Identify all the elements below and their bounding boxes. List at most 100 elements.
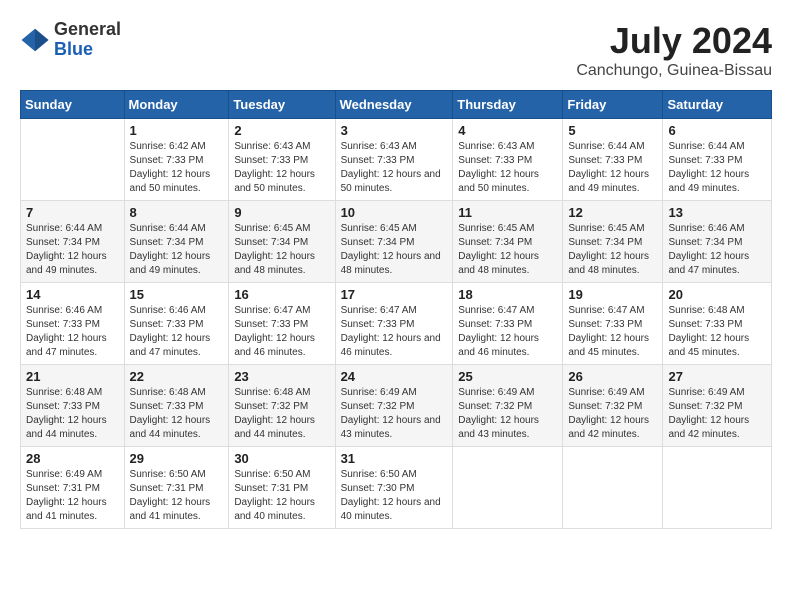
cell-info: Sunrise: 6:50 AM Sunset: 7:31 PM Dayligh…	[234, 468, 329, 524]
col-tuesday: Tuesday	[229, 91, 335, 119]
cell-info: Sunrise: 6:49 AM Sunset: 7:32 PM Dayligh…	[668, 386, 766, 442]
cell-info: Sunrise: 6:47 AM Sunset: 7:33 PM Dayligh…	[568, 304, 657, 360]
calendar-cell: 19 Sunrise: 6:47 AM Sunset: 7:33 PM Dayli…	[563, 283, 663, 365]
cell-info: Sunrise: 6:48 AM Sunset: 7:33 PM Dayligh…	[130, 386, 224, 442]
calendar-cell: 8Sunrise: 6:44 AM Sunset: 7:34 PM Daylig…	[124, 201, 229, 283]
day-number: 22	[130, 369, 224, 384]
calendar-cell	[21, 119, 125, 201]
column-headers: Sunday Monday Tuesday Wednesday Thursday…	[21, 91, 772, 119]
cell-info: Sunrise: 6:45 AM Sunset: 7:34 PM Dayligh…	[568, 222, 657, 278]
calendar-cell: 7Sunrise: 6:44 AM Sunset: 7:34 PM Daylig…	[21, 201, 125, 283]
calendar-cell: 18Sunrise: 6:47 AM Sunset: 7:33 PM Dayli…	[453, 283, 563, 365]
calendar-cell: 17 Sunrise: 6:47 AM Sunset: 7:33 PM Dayli…	[335, 283, 453, 365]
col-wednesday: Wednesday	[335, 91, 453, 119]
calendar-cell: 23 Sunrise: 6:48 AM Sunset: 7:32 PM Dayli…	[229, 365, 335, 447]
col-sunday: Sunday	[21, 91, 125, 119]
calendar-cell: 30 Sunrise: 6:50 AM Sunset: 7:31 PM Dayli…	[229, 447, 335, 529]
cell-info: Sunrise: 6:48 AM Sunset: 7:33 PM Dayligh…	[668, 304, 766, 360]
calendar-cell: 1Sunrise: 6:42 AM Sunset: 7:33 PM Daylig…	[124, 119, 229, 201]
calendar-cell: 27 Sunrise: 6:49 AM Sunset: 7:32 PM Dayli…	[663, 365, 772, 447]
day-number: 9	[234, 205, 329, 220]
cell-info: Sunrise: 6:49 AM Sunset: 7:32 PM Dayligh…	[458, 386, 557, 442]
day-number: 27	[668, 369, 766, 384]
day-number: 8	[130, 205, 224, 220]
day-number: 20	[668, 287, 766, 302]
location: Canchungo, Guinea-Bissau	[576, 62, 772, 80]
day-number: 5	[568, 123, 657, 138]
day-number: 30	[234, 451, 329, 466]
day-number: 19	[568, 287, 657, 302]
col-thursday: Thursday	[453, 91, 563, 119]
calendar-cell: 21 Sunrise: 6:48 AM Sunset: 7:33 PM Dayli…	[21, 365, 125, 447]
cell-info: Sunrise: 6:43 AM Sunset: 7:33 PM Dayligh…	[234, 140, 329, 196]
calendar-row: 7Sunrise: 6:44 AM Sunset: 7:34 PM Daylig…	[21, 201, 772, 283]
day-number: 24	[341, 369, 448, 384]
cell-info: Sunrise: 6:50 AM Sunset: 7:30 PM Dayligh…	[341, 468, 448, 524]
day-number: 7	[26, 205, 119, 220]
calendar-row: 1Sunrise: 6:42 AM Sunset: 7:33 PM Daylig…	[21, 119, 772, 201]
calendar-cell: 24Sunrise: 6:49 AM Sunset: 7:32 PM Dayli…	[335, 365, 453, 447]
logo: General Blue	[20, 20, 121, 60]
calendar-cell: 31Sunrise: 6:50 AM Sunset: 7:30 PM Dayli…	[335, 447, 453, 529]
day-number: 3	[341, 123, 448, 138]
calendar-row: 28 Sunrise: 6:49 AM Sunset: 7:31 PM Dayli…	[21, 447, 772, 529]
calendar-cell: 5 Sunrise: 6:44 AM Sunset: 7:33 PM Daylig…	[563, 119, 663, 201]
calendar-cell: 10 Sunrise: 6:45 AM Sunset: 7:34 PM Dayli…	[335, 201, 453, 283]
day-number: 14	[26, 287, 119, 302]
col-saturday: Saturday	[663, 91, 772, 119]
title-block: July 2024 Canchungo, Guinea-Bissau	[576, 20, 772, 80]
calendar-cell: 29 Sunrise: 6:50 AM Sunset: 7:31 PM Dayli…	[124, 447, 229, 529]
calendar-table: Sunday Monday Tuesday Wednesday Thursday…	[20, 90, 772, 529]
col-monday: Monday	[124, 91, 229, 119]
calendar-cell	[663, 447, 772, 529]
calendar-cell: 16 Sunrise: 6:47 AM Sunset: 7:33 PM Dayli…	[229, 283, 335, 365]
cell-info: Sunrise: 6:47 AM Sunset: 7:33 PM Dayligh…	[234, 304, 329, 360]
calendar-cell: 26Sunrise: 6:49 AM Sunset: 7:32 PM Dayli…	[563, 365, 663, 447]
day-number: 4	[458, 123, 557, 138]
cell-info: Sunrise: 6:43 AM Sunset: 7:33 PM Dayligh…	[341, 140, 448, 196]
calendar-row: 21 Sunrise: 6:48 AM Sunset: 7:33 PM Dayli…	[21, 365, 772, 447]
cell-info: Sunrise: 6:45 AM Sunset: 7:34 PM Dayligh…	[341, 222, 448, 278]
cell-info: Sunrise: 6:47 AM Sunset: 7:33 PM Dayligh…	[341, 304, 448, 360]
day-number: 28	[26, 451, 119, 466]
day-number: 16	[234, 287, 329, 302]
day-number: 11	[458, 205, 557, 220]
day-number: 21	[26, 369, 119, 384]
cell-info: Sunrise: 6:45 AM Sunset: 7:34 PM Dayligh…	[458, 222, 557, 278]
calendar-cell: 3 Sunrise: 6:43 AM Sunset: 7:33 PM Daylig…	[335, 119, 453, 201]
day-number: 13	[668, 205, 766, 220]
day-number: 6	[668, 123, 766, 138]
day-number: 10	[341, 205, 448, 220]
calendar-row: 14 Sunrise: 6:46 AM Sunset: 7:33 PM Dayli…	[21, 283, 772, 365]
calendar-cell	[453, 447, 563, 529]
day-number: 29	[130, 451, 224, 466]
day-number: 15	[130, 287, 224, 302]
cell-info: Sunrise: 6:45 AM Sunset: 7:34 PM Dayligh…	[234, 222, 329, 278]
day-number: 23	[234, 369, 329, 384]
cell-info: Sunrise: 6:42 AM Sunset: 7:33 PM Dayligh…	[130, 140, 224, 196]
cell-info: Sunrise: 6:44 AM Sunset: 7:33 PM Dayligh…	[568, 140, 657, 196]
day-number: 26	[568, 369, 657, 384]
calendar-cell: 15Sunrise: 6:46 AM Sunset: 7:33 PM Dayli…	[124, 283, 229, 365]
day-number: 17	[341, 287, 448, 302]
cell-info: Sunrise: 6:50 AM Sunset: 7:31 PM Dayligh…	[130, 468, 224, 524]
day-number: 2	[234, 123, 329, 138]
cell-info: Sunrise: 6:48 AM Sunset: 7:33 PM Dayligh…	[26, 386, 119, 442]
calendar-cell: 13Sunrise: 6:46 AM Sunset: 7:34 PM Dayli…	[663, 201, 772, 283]
logo-general: General	[54, 20, 121, 40]
logo-blue: Blue	[54, 40, 121, 60]
calendar-cell: 25 Sunrise: 6:49 AM Sunset: 7:32 PM Dayli…	[453, 365, 563, 447]
calendar-cell: 4 Sunrise: 6:43 AM Sunset: 7:33 PM Daylig…	[453, 119, 563, 201]
calendar-cell: 12Sunrise: 6:45 AM Sunset: 7:34 PM Dayli…	[563, 201, 663, 283]
cell-info: Sunrise: 6:44 AM Sunset: 7:33 PM Dayligh…	[668, 140, 766, 196]
cell-info: Sunrise: 6:49 AM Sunset: 7:31 PM Dayligh…	[26, 468, 119, 524]
cell-info: Sunrise: 6:46 AM Sunset: 7:33 PM Dayligh…	[26, 304, 119, 360]
day-number: 25	[458, 369, 557, 384]
day-number: 18	[458, 287, 557, 302]
logo-icon	[20, 25, 50, 55]
month-year: July 2024	[576, 20, 772, 62]
cell-info: Sunrise: 6:43 AM Sunset: 7:33 PM Dayligh…	[458, 140, 557, 196]
cell-info: Sunrise: 6:48 AM Sunset: 7:32 PM Dayligh…	[234, 386, 329, 442]
logo-text: General Blue	[54, 20, 121, 60]
col-friday: Friday	[563, 91, 663, 119]
